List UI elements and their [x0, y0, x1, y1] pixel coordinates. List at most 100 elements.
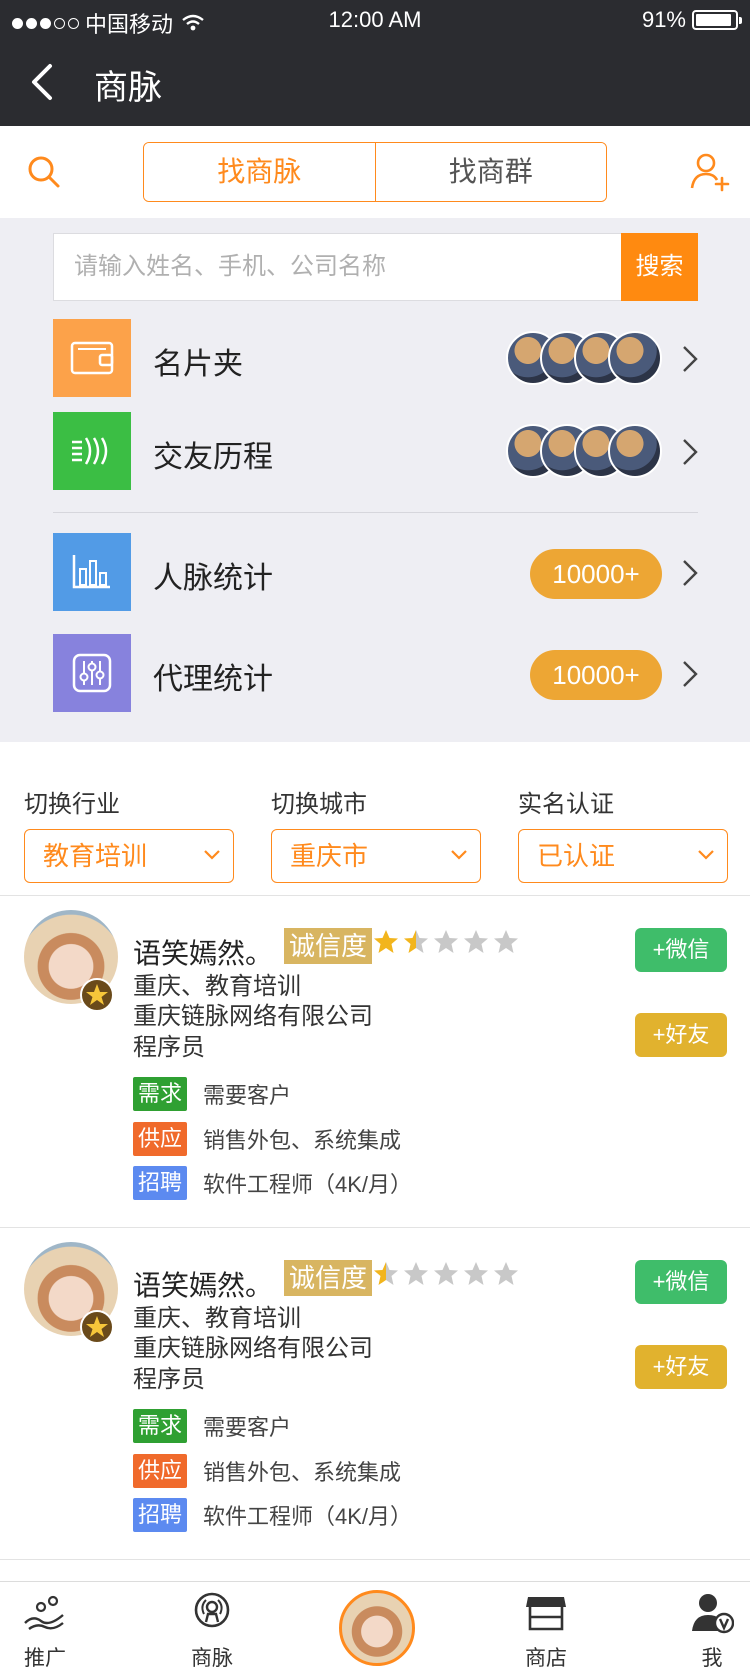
filter-value: 教育培训	[43, 841, 148, 871]
chevron-right-icon	[683, 439, 698, 465]
contacts-podcast-icon	[167, 1590, 257, 1636]
search-icon[interactable]	[24, 152, 64, 192]
search-button[interactable]: 搜索	[621, 233, 698, 301]
menu-item-agent-stats[interactable]: 代理统计 10000+	[53, 634, 698, 712]
demand-tag: 需求	[133, 1077, 187, 1111]
industry-select[interactable]: 教育培训	[24, 829, 234, 883]
supply-tag: 供应	[133, 1122, 187, 1156]
hiring-row: 招聘 软件工程师（4K/月）	[133, 1166, 412, 1200]
count-badge: 10000+	[530, 549, 662, 599]
hiring-tag: 招聘	[133, 1498, 187, 1532]
star-icon	[374, 930, 398, 953]
tab-me[interactable]: 我	[667, 1590, 750, 1672]
filter-label: 实名认证	[518, 791, 614, 818]
contact-card[interactable]: 语笑嫣然。 诚信度 重庆、教育培训 重庆链脉网络有限公司 程序员 +微信 +好友…	[0, 1228, 750, 1560]
vip-badge-icon	[80, 1310, 114, 1344]
back-arrow-icon[interactable]	[24, 58, 64, 106]
divider	[53, 512, 698, 513]
verification-filter: 实名认证 已认证	[518, 784, 728, 883]
filter-label: 切换行业	[24, 791, 120, 818]
filter-value: 重庆市	[290, 841, 369, 871]
star-icon	[434, 1262, 458, 1285]
contacts-menu-section: 搜索 名片夹 交友历程 人脉统计 10000+ 代理统计	[0, 218, 750, 742]
tab-find-groups[interactable]: 找商群	[374, 143, 606, 201]
menu-item-label: 人脉统计	[153, 562, 273, 595]
menu-item-friend-history[interactable]: 交友历程	[53, 412, 698, 490]
chevron-down-icon	[204, 850, 220, 860]
store-icon	[501, 1590, 591, 1636]
hiring-value: 软件工程师（4K/月）	[203, 1504, 413, 1529]
menu-item-label: 名片夹	[153, 348, 243, 381]
avatar-stack	[506, 331, 662, 385]
chevron-down-icon	[451, 850, 467, 860]
tab-label: 我	[701, 1647, 723, 1670]
supply-value: 销售外包、系统集成	[203, 1460, 402, 1485]
chevron-down-icon	[698, 850, 714, 860]
city-select[interactable]: 重庆市	[271, 829, 481, 883]
clock: 12:00 AM	[328, 7, 422, 32]
star-icon	[464, 930, 488, 953]
hiring-tag: 招聘	[133, 1166, 187, 1200]
battery-icon	[692, 10, 742, 30]
segment-control: 找商脉 找商群	[143, 142, 607, 202]
sliders-icon	[53, 634, 131, 712]
center-avatar-button[interactable]	[339, 1590, 415, 1666]
contact-card[interactable]: 语笑嫣然。 诚信度 重庆、教育培训 重庆链脉网络有限公司 程序员 +微信 +好友…	[0, 896, 750, 1228]
star-rating	[372, 928, 520, 956]
top-toolbar: 找商脉 找商群	[0, 126, 750, 218]
supply-row: 供应 销售外包、系统集成	[133, 1122, 401, 1156]
filter-label: 切换城市	[271, 791, 367, 818]
star-icon	[494, 930, 518, 953]
user-vip-icon	[667, 1590, 750, 1636]
bottom-tab-bar: 推广 商脉 商店 我	[0, 1581, 750, 1679]
chevron-right-icon	[683, 560, 698, 586]
star-icon	[374, 1262, 398, 1285]
wave-icon	[53, 412, 131, 490]
hiring-row: 招聘 软件工程师（4K/月）	[133, 1498, 412, 1532]
avatar	[608, 331, 662, 385]
credibility-label: 诚信度	[284, 928, 373, 964]
star-icon	[434, 930, 458, 953]
star-rating	[372, 1260, 520, 1288]
star-icon	[404, 930, 428, 953]
tab-label: 商脉	[191, 1647, 233, 1670]
tab-find-contacts[interactable]: 找商脉	[144, 143, 375, 201]
avatar	[608, 424, 662, 478]
star-icon	[404, 1262, 428, 1285]
contact-role: 程序员	[133, 1366, 205, 1393]
demand-row: 需求 需要客户	[133, 1409, 291, 1443]
avatar-stack	[506, 424, 662, 478]
battery-percent: 91%	[641, 7, 686, 32]
supply-tag: 供应	[133, 1454, 187, 1488]
add-wechat-button[interactable]: +微信	[635, 1260, 727, 1304]
demand-tag: 需求	[133, 1409, 187, 1443]
tab-label: 推广	[24, 1647, 66, 1670]
supply-row: 供应 销售外包、系统集成	[133, 1454, 401, 1488]
add-wechat-button[interactable]: +微信	[635, 928, 727, 972]
nav-bar: 商脉	[0, 38, 750, 126]
contact-company: 重庆链脉网络有限公司	[133, 1335, 373, 1362]
tab-shop[interactable]: 商店	[501, 1590, 591, 1672]
add-user-icon[interactable]	[688, 150, 732, 194]
count-badge: 10000+	[530, 650, 662, 700]
vip-badge-icon	[80, 978, 114, 1012]
search-input[interactable]	[74, 234, 614, 300]
menu-item-contact-stats[interactable]: 人脉统计 10000+	[53, 533, 698, 611]
bar-chart-icon	[53, 533, 131, 611]
filter-bar: 切换行业 教育培训 切换城市 重庆市 实名认证 已认证	[0, 742, 750, 896]
star-icon	[494, 1262, 518, 1285]
demand-value: 需要客户	[203, 1083, 292, 1108]
add-friend-button[interactable]: +好友	[635, 1013, 727, 1057]
tab-promote[interactable]: 推广	[0, 1590, 90, 1672]
verification-select[interactable]: 已认证	[518, 829, 728, 883]
city-filter: 切换城市 重庆市	[271, 784, 481, 883]
supply-value: 销售外包、系统集成	[203, 1128, 402, 1153]
hiring-value: 软件工程师（4K/月）	[203, 1172, 413, 1197]
add-friend-button[interactable]: +好友	[635, 1345, 727, 1389]
promote-icon	[0, 1590, 90, 1636]
menu-item-label: 交友历程	[153, 441, 273, 474]
demand-row: 需求 需要客户	[133, 1077, 291, 1111]
tab-label: 商店	[525, 1647, 567, 1670]
menu-item-card-holder[interactable]: 名片夹	[53, 319, 698, 397]
tab-contacts[interactable]: 商脉	[167, 1590, 257, 1672]
